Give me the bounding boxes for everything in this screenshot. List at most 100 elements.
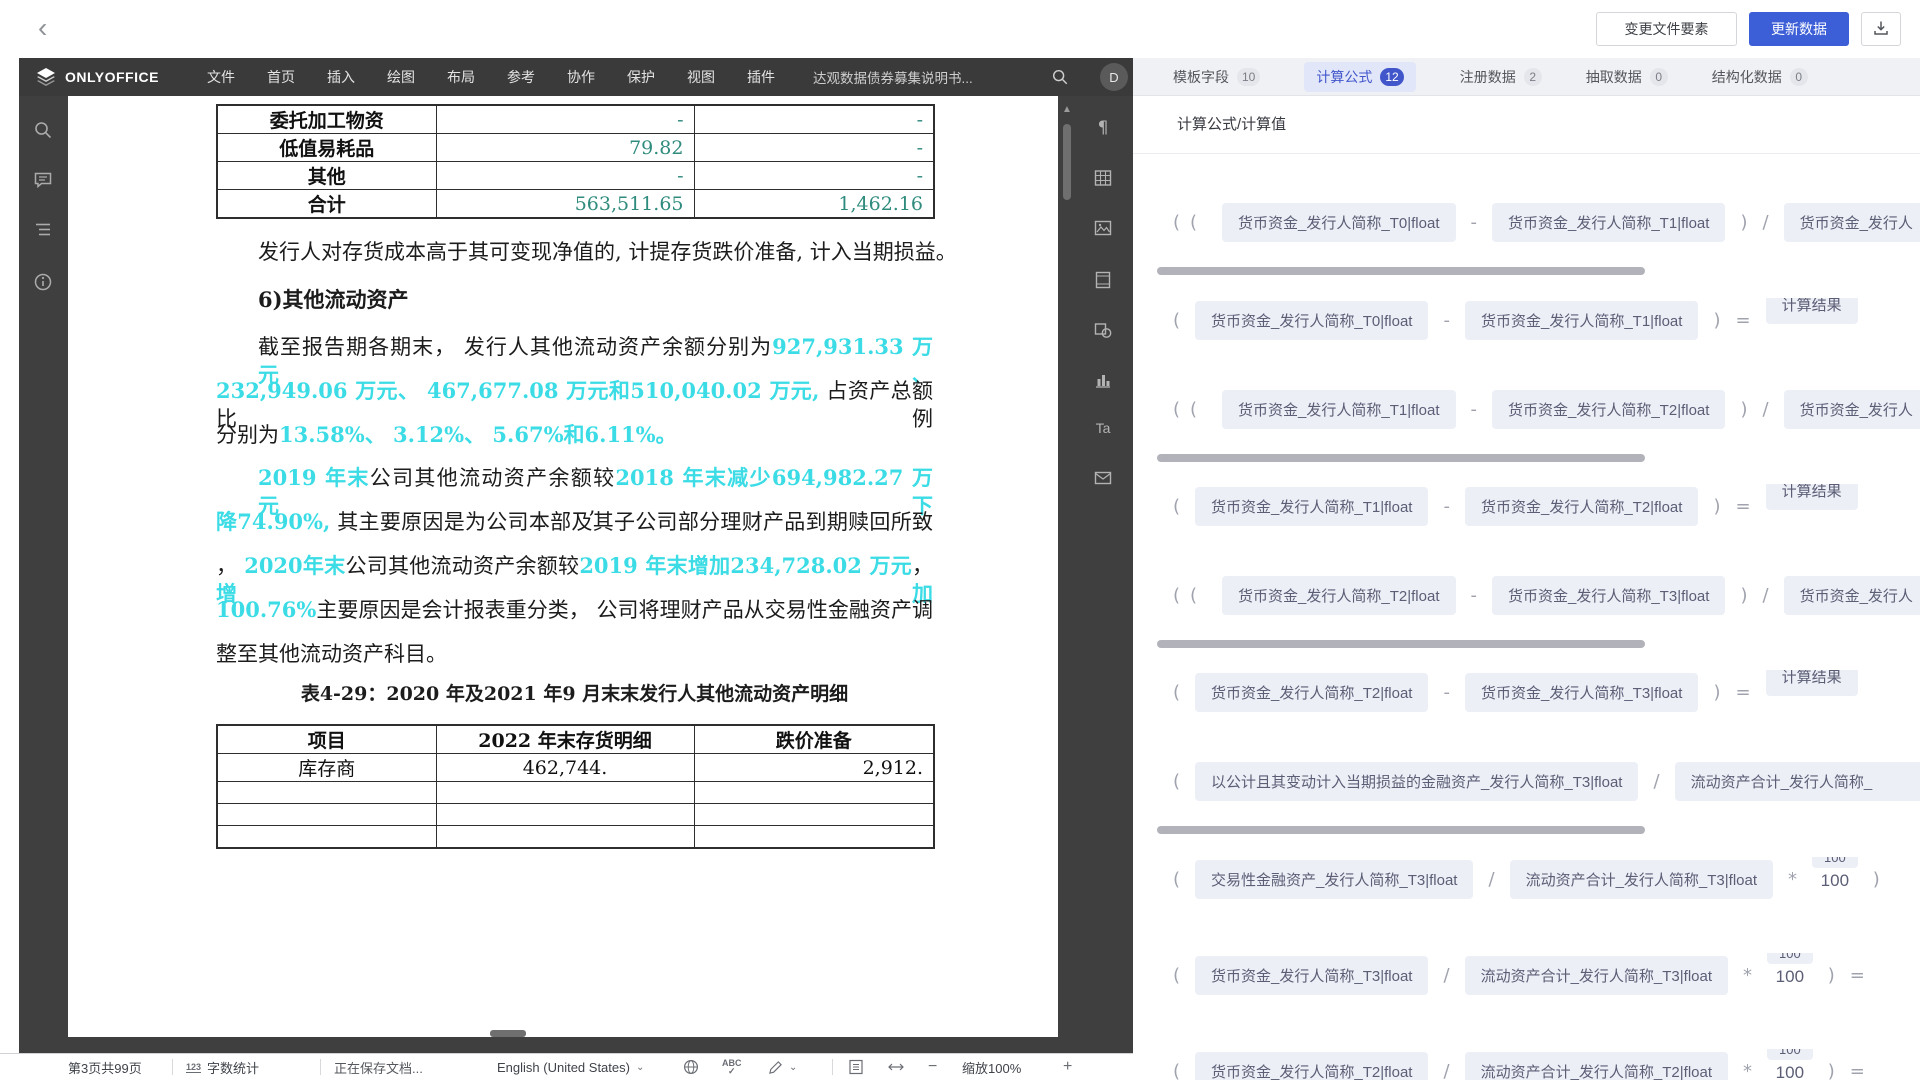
menu-item[interactable]: 文件 [191, 58, 251, 96]
panel-tab[interactable]: 抽取数据0 [1586, 67, 1668, 87]
shape-settings-icon[interactable] [1091, 318, 1115, 342]
update-data-button[interactable]: 更新数据 [1749, 12, 1849, 46]
about-icon[interactable] [27, 266, 59, 298]
field-pill[interactable]: 以公计且其变动计入当期损益的金融资产_发行人简称_T3|float [1195, 762, 1638, 801]
header-footer-settings-icon[interactable] [1091, 268, 1115, 292]
field-pill[interactable]: 流动资产合计_发行人简称_T3|float [1510, 860, 1773, 899]
field-pill[interactable]: 货币资金_发行人简称_T3|float [1465, 673, 1698, 712]
document-title[interactable]: 达观数据债券募集说明书... [813, 67, 973, 87]
field-pill[interactable]: 货币资金_发行人简称_T1|float [1492, 203, 1725, 242]
multiplier-pill[interactable]: 100 [1812, 857, 1858, 868]
field-pill[interactable]: 货币资金_发行人简称_T1|float [1222, 390, 1455, 429]
data-panel: 模板字段10计算公式12注册数据2抽取数据0结构化数据0 计算公式/计算值 ((… [1133, 58, 1920, 1080]
menu-item[interactable]: 插入 [311, 58, 371, 96]
word-count-button[interactable]: 123 字数统计 [186, 1054, 259, 1080]
field-pill[interactable]: 货币资金_发行人简称_T0|float [1222, 203, 1455, 242]
formula-group-divider [1157, 826, 1645, 834]
fit-width-button[interactable] [888, 1054, 904, 1080]
multiplier-pill[interactable]: 100 [1767, 953, 1813, 964]
field-pill[interactable]: 货币资金_发行人 [1784, 576, 1920, 615]
field-pill[interactable]: 货币资金_发行人简称_T2|float [1195, 673, 1428, 712]
menu-item[interactable]: 保护 [611, 58, 671, 96]
field-pill[interactable]: 货币资金_发行人简称_T2|float [1465, 487, 1698, 526]
table-cell: 库存商 [217, 754, 436, 782]
field-pill[interactable]: 货币资金_发行人简称_T2|float [1222, 576, 1455, 615]
back-icon[interactable]: ‹ [38, 9, 47, 47]
highlighted-run: 13.58%、 3.12%、 5.67%和6.11%。 [279, 422, 677, 447]
panel-tab[interactable]: 模板字段10 [1173, 67, 1260, 87]
tab-label: 计算公式 [1316, 67, 1372, 87]
result-pill[interactable]: 计算结果 [1766, 670, 1858, 696]
field-pill[interactable]: 货币资金_发行人 [1784, 203, 1920, 242]
comments-icon[interactable] [27, 164, 59, 196]
zoom-out-button[interactable]: − [928, 1054, 937, 1080]
multiplier-value: 100 [1776, 967, 1804, 987]
document-line: ， 2020年末公司其他流动资产余额较2019 年末增加234,728.02 万… [216, 552, 933, 580]
search-icon[interactable] [1051, 68, 1069, 91]
mail-merge-icon[interactable] [1091, 466, 1115, 490]
zoom-in-button[interactable]: + [1063, 1054, 1072, 1080]
field-pill[interactable]: 流动资产合计_发行人简称_T2|float [1465, 1052, 1728, 1080]
review-mode-button[interactable]: ⌄ [768, 1054, 797, 1080]
page-indicator[interactable]: 第3页共99页 [68, 1054, 142, 1080]
search-icon[interactable] [27, 114, 59, 146]
menu-item[interactable]: 视图 [671, 58, 731, 96]
avatar[interactable]: D [1100, 63, 1128, 91]
menu-item[interactable]: 首页 [251, 58, 311, 96]
field-pill[interactable]: 货币资金_发行人简称_T3|float [1195, 956, 1428, 995]
horizontal-scrollbar[interactable] [490, 1030, 526, 1037]
result-pill[interactable]: 计算结果 [1766, 298, 1858, 324]
table-row: 低值易耗品79.82- [217, 134, 934, 162]
menu-bar: ONLYOFFICE 文件首页插入绘图布局参考协作保护视图插件 达观数据债券募集… [19, 58, 1133, 96]
image-settings-icon[interactable] [1091, 216, 1115, 240]
panel-tab[interactable]: 计算公式12 [1304, 62, 1415, 92]
field-pill[interactable]: 流动资产合计_发行人简称_ [1675, 762, 1920, 801]
language-selector[interactable]: English (United States) ⌄ [497, 1054, 644, 1080]
table-empty-row [217, 826, 934, 848]
tab-label: 注册数据 [1460, 67, 1516, 87]
change-file-elements-button[interactable]: 变更文件要素 [1596, 12, 1737, 46]
formula-operator: ) [1713, 310, 1720, 331]
navigation-icon[interactable] [27, 214, 59, 246]
field-pill[interactable]: 货币资金_发行人 [1784, 390, 1920, 429]
text-art-settings-icon[interactable]: Ta [1091, 416, 1115, 440]
zoom-level[interactable]: 缩放100% [962, 1054, 1021, 1080]
paragraph-settings-icon[interactable]: ¶ [1091, 116, 1115, 140]
field-pill[interactable]: 货币资金_发行人简称_T2|float [1195, 1052, 1428, 1080]
field-pill[interactable]: 货币资金_发行人简称_T0|float [1195, 301, 1428, 340]
table-cell: - [436, 105, 694, 134]
document-page[interactable]: 委托加工物资--低值易耗品79.82-其他--合计563,511.651,462… [68, 96, 1058, 1037]
formula-operator: = [1735, 682, 1750, 703]
menu-item[interactable]: 绘图 [371, 58, 431, 96]
panel-tab[interactable]: 注册数据2 [1460, 67, 1542, 87]
formula-operator: / [1653, 771, 1659, 792]
panel-tab[interactable]: 结构化数据0 [1712, 67, 1808, 87]
menu-item[interactable]: 协作 [551, 58, 611, 96]
download-button[interactable] [1861, 12, 1901, 46]
table-cell: - [694, 105, 934, 134]
chart-settings-icon[interactable] [1091, 368, 1115, 392]
menu-item[interactable]: 布局 [431, 58, 491, 96]
text-run: 公司其他流动资产余额较 [345, 554, 579, 578]
status-bar: 第3页共99页 123 字数统计 正在保存文档... English (Unit… [0, 1053, 1133, 1080]
field-pill[interactable]: 流动资产合计_发行人简称_T3|float [1465, 956, 1728, 995]
field-pill[interactable]: 货币资金_发行人简称_T2|float [1492, 390, 1725, 429]
text-run: 整至其他流动资产科目。 [216, 642, 447, 666]
spell-check-button[interactable]: ABC✓ [722, 1054, 742, 1080]
result-pill[interactable]: 计算结果 [1766, 484, 1858, 510]
field-pill[interactable]: 货币资金_发行人简称_T1|float [1465, 301, 1698, 340]
field-pill[interactable]: 交易性金融资产_发行人简称_T3|float [1195, 860, 1473, 899]
statusbar-separator [172, 1059, 173, 1075]
multiplier-pill[interactable]: 100 [1767, 1049, 1813, 1060]
scroll-up-icon[interactable]: ▲ [1058, 102, 1076, 118]
formula-operator: ( [1173, 1061, 1180, 1080]
formula-operator: ) [1873, 869, 1880, 890]
fit-page-button[interactable] [848, 1054, 864, 1080]
menu-item[interactable]: 参考 [491, 58, 551, 96]
menu-item[interactable]: 插件 [731, 58, 791, 96]
vertical-scrollbar[interactable] [1063, 124, 1071, 200]
field-pill[interactable]: 货币资金_发行人简称_T3|float [1492, 576, 1725, 615]
set-language-button[interactable] [683, 1054, 699, 1080]
field-pill[interactable]: 货币资金_发行人简称_T1|float [1195, 487, 1428, 526]
table-settings-icon[interactable] [1091, 166, 1115, 190]
